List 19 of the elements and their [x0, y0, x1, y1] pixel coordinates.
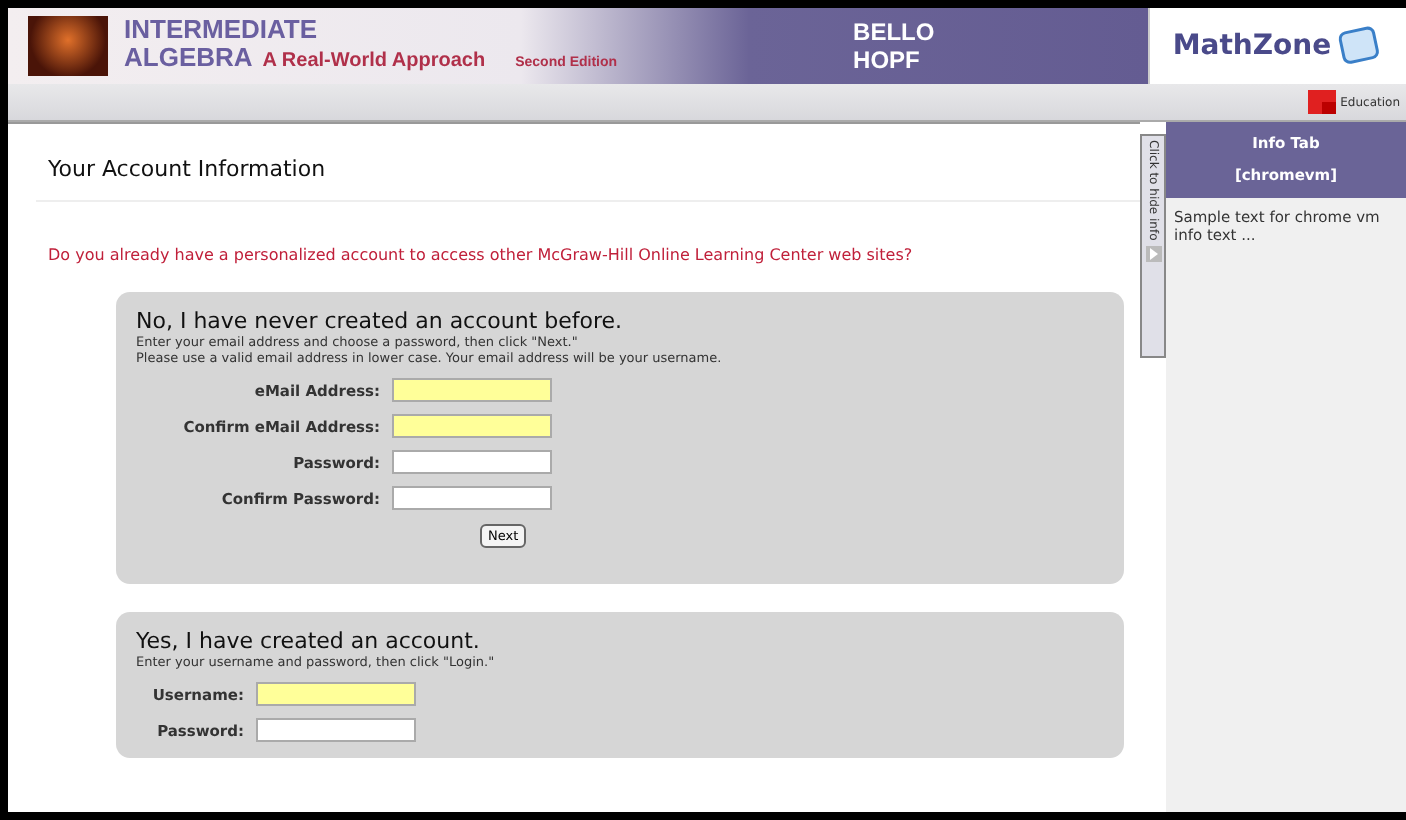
input-field[interactable] — [392, 450, 552, 474]
publisher-logo-icon — [1308, 90, 1337, 114]
account-question: Do you already have a personalized account to access other McGraw-Hill Online Learning Center web sites? — [46, 244, 915, 268]
panel-heading: No, I have never created an account before. — [136, 308, 625, 334]
book-subtitle: A Real-World Approach — [262, 47, 486, 75]
input-field[interactable] — [256, 682, 416, 706]
panel-heading: Yes, I have created an account. — [136, 628, 482, 654]
book-cover-photo — [28, 16, 108, 76]
input-field[interactable] — [392, 486, 552, 510]
author-name: HOPF — [853, 46, 922, 74]
book-title: ALGEBRA — [124, 43, 253, 71]
input-field[interactable] — [392, 378, 552, 402]
input-field[interactable] — [392, 414, 552, 438]
book-title: INTERMEDIATE — [124, 15, 320, 43]
author-name: BELLO — [853, 18, 935, 46]
triangle-icon — [1145, 246, 1161, 263]
logo-text: MathZone — [1172, 30, 1332, 62]
page-heading: Your Account Information — [36, 124, 1140, 202]
input-field[interactable] — [256, 718, 416, 742]
